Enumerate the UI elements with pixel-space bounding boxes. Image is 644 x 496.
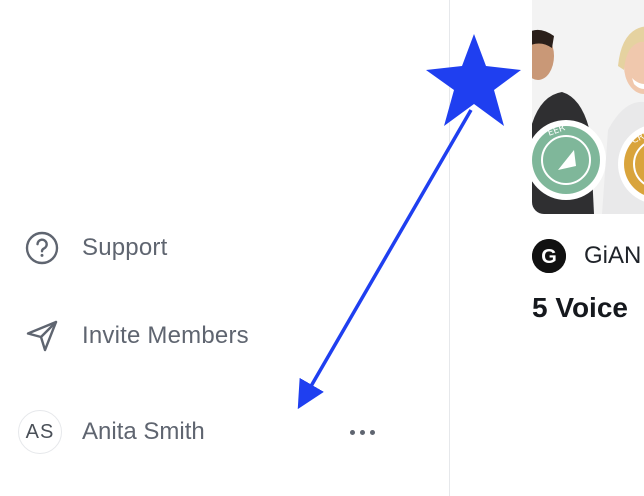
user-name: Anita Smith xyxy=(82,418,205,445)
user-profile-row[interactable]: AS Anita Smith xyxy=(18,409,388,455)
source-name: GiAN xyxy=(584,242,642,269)
question-circle-icon xyxy=(24,230,60,266)
source-logo: G xyxy=(532,239,566,273)
more-horizontal-icon xyxy=(349,429,355,435)
card-title[interactable]: 5 Voice xyxy=(532,292,628,324)
sidebar: Support Invite Members AS Anita Smith xyxy=(0,0,450,496)
card-image[interactable]: EER CRE xyxy=(532,0,644,214)
more-options-button[interactable] xyxy=(342,417,382,447)
card-source[interactable]: G GiAN xyxy=(532,238,641,274)
main-content: EER CRE G GiAN 5 Voice xyxy=(450,0,644,496)
sidebar-item-label: Invite Members xyxy=(82,322,249,349)
sidebar-item-invite-members[interactable]: Invite Members xyxy=(24,316,249,356)
sidebar-item-support[interactable]: Support xyxy=(24,228,167,268)
more-horizontal-icon xyxy=(359,429,365,435)
send-icon xyxy=(24,318,60,354)
source-logo-letter: G xyxy=(541,246,557,268)
more-horizontal-icon xyxy=(369,429,375,435)
avatar: AS xyxy=(18,410,62,454)
sidebar-item-label: Support xyxy=(82,234,168,261)
